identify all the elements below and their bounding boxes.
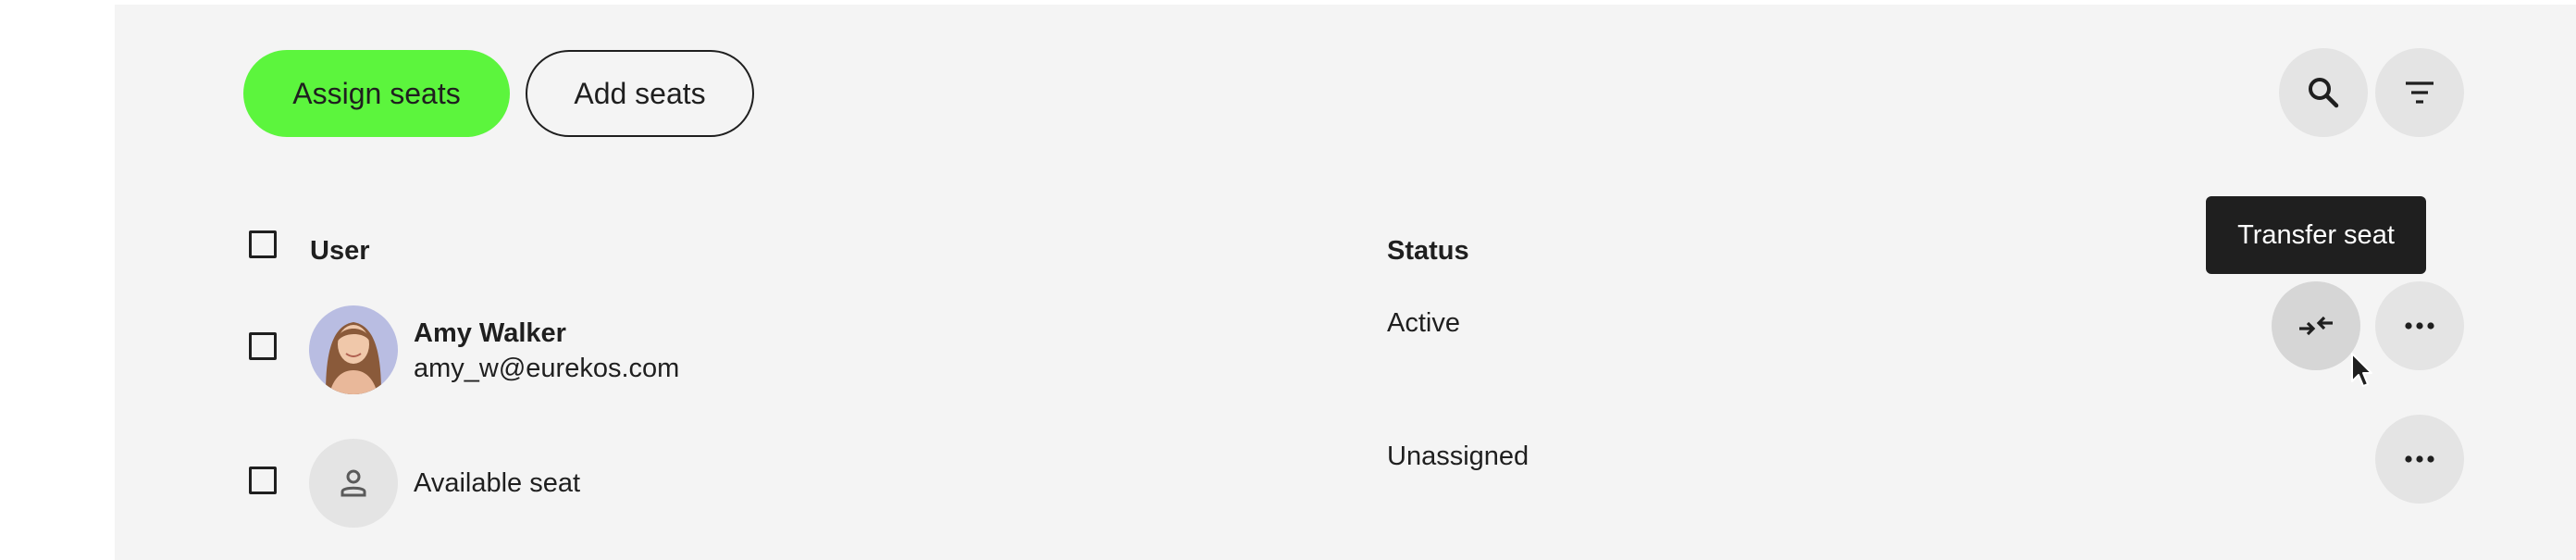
filter-button[interactable] [2375,48,2464,137]
row-more-button[interactable] [2375,415,2464,504]
column-header-status[interactable]: Status [1387,236,1469,267]
status-text: Active [1387,308,1460,338]
filter-icon [2401,74,2438,111]
row-checkbox[interactable] [249,467,277,494]
assign-seats-label: Assign seats [292,76,461,110]
search-button[interactable] [2279,48,2368,137]
tooltip-text: Transfer seat [2237,219,2395,250]
add-seats-label: Add seats [574,76,706,110]
row-more-button[interactable] [2375,281,2464,370]
more-icon [2401,307,2438,344]
available-seat-label: Available seat [414,468,581,498]
user-email: amy_w@eurekos.com [414,354,680,383]
status-text: Unassigned [1387,442,1530,471]
assign-seats-button[interactable]: Assign seats [243,50,510,137]
transfer-icon [2296,305,2336,346]
transfer-seat-button[interactable] [2272,281,2360,370]
add-seats-button[interactable]: Add seats [526,50,754,137]
row-checkbox[interactable] [249,332,277,360]
user-name: Amy Walker [414,318,566,348]
search-icon [2305,74,2342,111]
avatar-placeholder [309,439,398,528]
select-all-checkbox[interactable] [249,230,277,258]
transfer-seat-tooltip: Transfer seat [2206,196,2426,274]
person-icon [337,467,370,500]
more-icon [2401,441,2438,478]
column-header-user[interactable]: User [310,236,370,267]
avatar [309,305,398,394]
mouse-cursor-icon [2350,352,2374,393]
